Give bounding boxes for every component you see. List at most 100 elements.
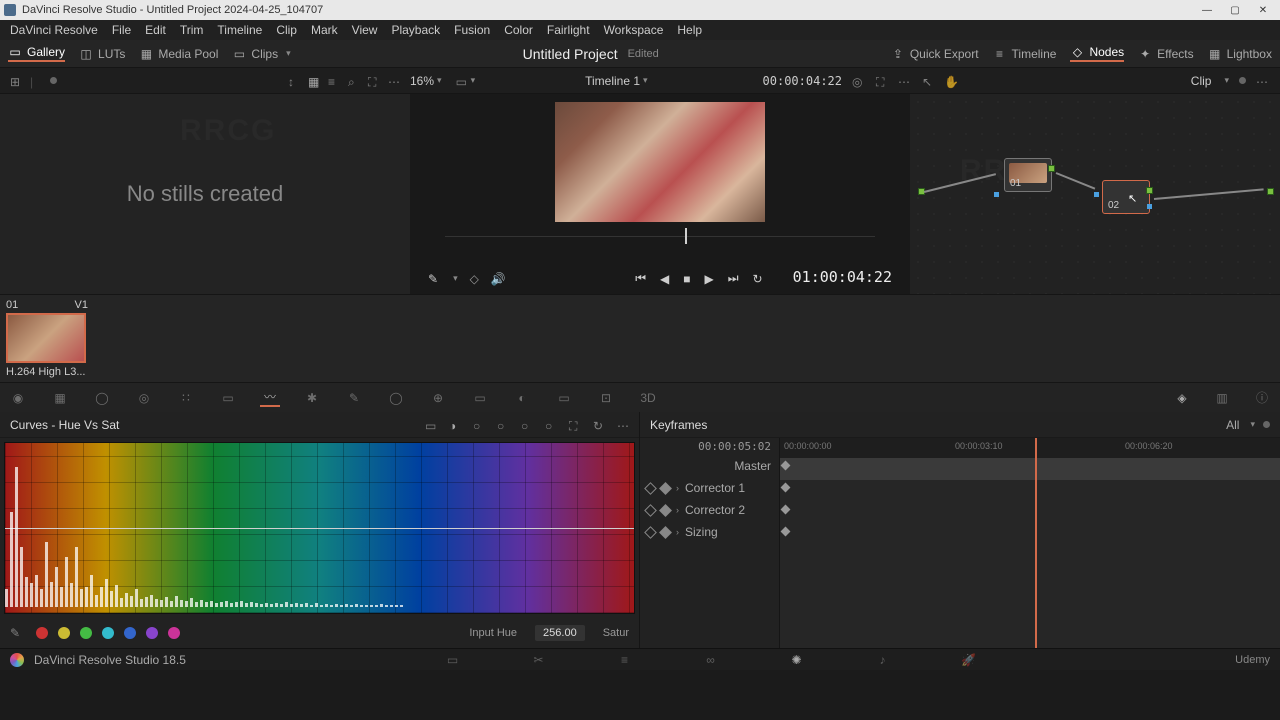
zoom-level[interactable]: 16% [410,74,434,88]
mediapool-toggle[interactable]: ▦ Media Pool [139,47,218,61]
kf-timecode[interactable]: 00:00:05:02 [640,438,779,455]
node-editor[interactable]: RRCG 01 02 ↖ [910,94,1280,294]
hue-lum-icon[interactable]: ○ [497,419,509,431]
clip-scope[interactable]: Clip [1191,74,1212,88]
loop-icon[interactable]: ↻ [753,272,763,286]
magic-mask-icon[interactable]: ▭ [470,389,490,407]
keyframe-marker[interactable] [781,483,791,493]
sizing-icon[interactable]: ⊡ [596,389,616,407]
list-view-icon[interactable]: ≡ [328,75,340,87]
menu-edit[interactable]: Edit [145,23,166,37]
kf-scope-dropdown[interactable]: All [1226,418,1239,432]
primaries-wheels-icon[interactable]: ◯ [92,389,112,407]
chevron-down-icon[interactable]: ▾ [1250,419,1255,430]
grid-view-icon[interactable]: ▦ [308,75,320,87]
window-icon[interactable]: ◯ [386,389,406,407]
tracker-icon[interactable]: ⊕ [428,389,448,407]
expand-viewer-icon[interactable]: ⛶ [876,75,888,87]
input-hue-value[interactable]: 256.00 [535,625,585,641]
hand-icon[interactable]: ✋ [944,75,956,87]
kf-track-sizing[interactable]: ›Sizing [640,521,779,543]
overlay-toggle-icon[interactable]: ◇ [470,272,479,286]
mute-icon[interactable]: 🔊 [491,272,506,286]
playhead[interactable] [685,228,687,244]
lightbox-toggle[interactable]: ▦ Lightbox [1208,47,1272,61]
node-01[interactable]: 01 [1004,158,1052,192]
menu-clip[interactable]: Clip [276,23,297,37]
3d-icon[interactable]: 3D [638,389,658,407]
hue-swatch[interactable] [102,627,114,639]
sat-sat-icon[interactable]: ○ [545,419,557,431]
search-icon[interactable]: ⌕ [348,75,360,87]
pointer-icon[interactable]: ↖ [922,75,934,87]
blur-icon[interactable]: ◐ [512,389,532,407]
color-warper-icon[interactable]: ✱ [302,389,322,407]
eyedropper-icon[interactable]: ✎ [10,626,24,640]
keyframe-marker[interactable] [781,461,791,471]
panel-layout-icon[interactable]: ⊞ [10,75,22,87]
keyframe-marker[interactable] [781,505,791,515]
hue-swatch[interactable] [36,627,48,639]
menu-mark[interactable]: Mark [311,23,338,37]
menu-fusion[interactable]: Fusion [454,23,490,37]
kf-playhead[interactable] [1035,438,1037,648]
keyframes-panel-icon[interactable]: ◈ [1172,389,1192,407]
hue-swatch[interactable] [168,627,180,639]
blue-connector[interactable] [994,192,999,197]
scopes-icon[interactable]: ▥ [1212,389,1232,407]
bypass-icon[interactable]: ◎ [852,75,864,87]
menu-view[interactable]: View [352,23,378,37]
key-icon[interactable]: ▭ [554,389,574,407]
hdr-wheels-icon[interactable]: ◎ [134,389,154,407]
camera-raw-icon[interactable]: ◉ [8,389,28,407]
more-icon[interactable]: ⋯ [898,75,910,87]
more-icon[interactable]: ⋯ [1256,75,1268,87]
goto-first-icon[interactable]: ⏮ [635,271,646,286]
info-icon[interactable]: ⓘ [1252,389,1272,407]
kf-track-master[interactable]: Master [640,455,779,477]
menu-file[interactable]: File [112,23,131,37]
output-connector[interactable] [1267,188,1274,195]
kf-time-ruler[interactable]: 00:00:00:00 00:00:03:10 00:00:06:20 [780,438,1280,458]
effects-toggle[interactable]: ✦ Effects [1138,47,1193,61]
reset-icon[interactable]: ↻ [593,419,605,431]
histogram-icon[interactable]: ▭ [425,419,437,431]
resolve-logo-icon[interactable] [10,653,24,667]
fairlight-page-button[interactable]: ♪ [874,651,892,669]
motion-effects-icon[interactable]: ▭ [218,389,238,407]
step-back-icon[interactable]: ◀ [660,272,669,286]
window-minimize-button[interactable]: — [1194,1,1220,19]
hue-swatch[interactable] [80,627,92,639]
menu-fairlight[interactable]: Fairlight [547,23,590,37]
hue-swatch[interactable] [124,627,136,639]
nodes-toggle[interactable]: ◇ Nodes [1070,45,1124,62]
chevron-down-icon[interactable]: ▾ [643,75,648,86]
goto-last-icon[interactable]: ⏭ [728,271,739,286]
quick-export-button[interactable]: ⇪ Quick Export [891,47,979,61]
media-page-button[interactable]: ▭ [444,651,462,669]
chevron-down-icon[interactable]: ▾ [437,75,442,86]
kf-track-corrector1[interactable]: ›Corrector 1 [640,477,779,499]
viewer-mode-icon[interactable]: ▭ [456,75,468,87]
viewer-tc-readout[interactable]: 01:00:04:22 [793,268,892,286]
kf-track-corrector2[interactable]: ›Corrector 2 [640,499,779,521]
chevron-down-icon[interactable]: ▾ [471,75,476,86]
timeline-toggle[interactable]: ≡ Timeline [993,47,1057,61]
hue-swatch[interactable] [58,627,70,639]
luts-toggle[interactable]: ◫ LUTs [79,47,125,61]
curves-icon[interactable]: 〰 [260,389,280,407]
menu-trim[interactable]: Trim [180,23,204,37]
cut-page-button[interactable]: ✂ [530,651,548,669]
expand-icon[interactable]: ⛶ [569,419,581,431]
hue-vs-sat-graph[interactable] [4,442,635,614]
menu-playback[interactable]: Playback [391,23,440,37]
color-picker-icon[interactable]: ✎ [428,272,438,286]
deliver-page-button[interactable]: 🚀 [960,651,978,669]
keyframe-marker[interactable] [781,527,791,537]
play-icon[interactable]: ▶ [704,272,713,286]
menu-color[interactable]: Color [504,23,533,37]
window-close-button[interactable]: ✕ [1250,1,1276,19]
viewer-scrubber[interactable] [410,228,910,244]
menu-help[interactable]: Help [677,23,702,37]
more-icon[interactable]: ⋯ [388,75,400,87]
